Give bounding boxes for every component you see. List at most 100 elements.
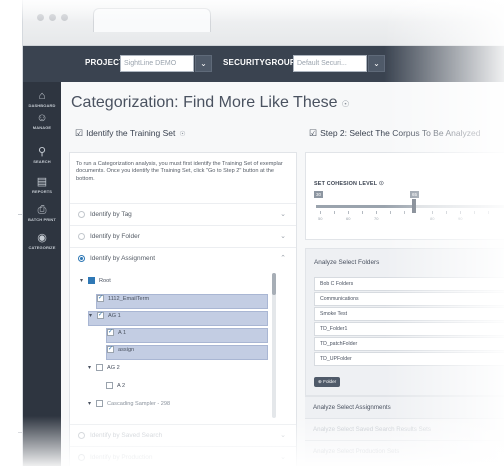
- section-title: Analyze Select Saved Search Results Sets: [313, 426, 431, 433]
- sidebar-item-manage[interactable]: ☺ MANAGE: [23, 112, 61, 130]
- window-minimize-dot[interactable]: [49, 14, 56, 21]
- info-icon[interactable]: ☉: [379, 181, 384, 187]
- folder-list-item[interactable]: Communications: [314, 292, 504, 306]
- add-folder-button[interactable]: ⊕ Folder: [314, 377, 341, 387]
- corpus-panel: SET COHESION LEVEL ☉ 30 65 50 60 70 80 9…: [305, 152, 504, 466]
- chevron-down-icon: ⌄: [280, 211, 286, 218]
- accordion-identify-by-folder[interactable]: Identify by Folder ⌄: [70, 225, 296, 247]
- app-window: ⌂ DASHBOARD ☺ MANAGE ⚲ SEARCH ▤ REPORTS …: [22, 0, 504, 466]
- search-icon: ⚲: [37, 146, 47, 158]
- sidebar-item-search[interactable]: ⚲ SEARCH: [23, 146, 61, 164]
- checkbox[interactable]: [96, 400, 103, 407]
- window-zoom-dot[interactable]: [61, 14, 68, 21]
- checkbox[interactable]: [97, 294, 104, 302]
- accordion-identify-by-saved-search[interactable]: Identify by Saved Search ⌄: [70, 424, 296, 446]
- radio-button[interactable]: [78, 233, 85, 240]
- analyze-saved-search-section[interactable]: Analyze Select Saved Search Results Sets: [305, 418, 504, 440]
- sidebar-item-dashboard[interactable]: ⌂ DASHBOARD: [23, 90, 61, 108]
- folder-list-item[interactable]: TD_UPFolder: [314, 352, 504, 366]
- tree-row-label: Cascading Sampler - 298: [107, 400, 171, 407]
- printer-icon: ⎙: [37, 204, 47, 216]
- browser-tab[interactable]: [93, 8, 211, 32]
- checkbox[interactable]: [88, 277, 95, 284]
- analyze-assignments-section[interactable]: Analyze Select Assignments: [305, 396, 504, 418]
- tree-scrollbar[interactable]: [272, 273, 276, 418]
- slider-tick: [376, 211, 377, 214]
- intro-text: To run a Categorization analysis, you mu…: [76, 161, 283, 182]
- radio-button[interactable]: [78, 432, 85, 439]
- tree-row[interactable]: A 2: [106, 382, 268, 397]
- slider-tick: [362, 211, 363, 214]
- sidebar-item-batch-print[interactable]: ⎙ BATCH PRINT: [23, 204, 61, 222]
- checkbox[interactable]: [96, 364, 103, 371]
- tree-row-label: AG 2: [107, 364, 120, 371]
- scrollbar-thumb[interactable]: [272, 273, 276, 295]
- section-title: Analyze Select Assignments: [313, 404, 391, 411]
- slider-tick: [348, 211, 349, 214]
- checkbox[interactable]: [97, 311, 104, 319]
- expand-caret-icon[interactable]: ▾: [88, 400, 96, 407]
- assignment-tree: ▾ Root 1112_EmailTerm ▾ AG 1 A 1 assign: [70, 271, 296, 421]
- tree-row[interactable]: A 1: [106, 328, 268, 343]
- folder-list-item[interactable]: Smoke Test: [314, 307, 504, 321]
- radio-button[interactable]: [78, 454, 85, 461]
- bar-chart-icon: ▤: [36, 176, 48, 188]
- accordion-identify-by-assignment[interactable]: Identify by Assignment ⌃: [70, 247, 296, 269]
- plus-icon: ⊕: [318, 379, 322, 384]
- tree-row[interactable]: assign: [106, 345, 268, 360]
- screenshot-stage: ⌂ DASHBOARD ☺ MANAGE ⚲ SEARCH ▤ REPORTS …: [0, 0, 504, 466]
- analyze-production-section[interactable]: Analyze Select Production Sets: [305, 440, 504, 462]
- section-title: Analyze Select Production Sets: [313, 448, 400, 455]
- accordion-label: Identify by Production: [90, 454, 153, 461]
- folder-list-item[interactable]: TD_patchFolder: [314, 337, 504, 351]
- step2-heading: ☑ Step 2: Select The Corpus To Be Analyze…: [309, 128, 480, 139]
- accordion-identify-by-production[interactable]: Identify by Production ⌄: [70, 446, 296, 466]
- browser-chrome: [23, 0, 504, 46]
- step1-title: Identify the Training Set: [86, 128, 176, 138]
- radio-button-selected[interactable]: [78, 255, 85, 262]
- slider-min-bubble: 30: [314, 191, 324, 198]
- chevron-down-icon: ⌄: [280, 454, 286, 461]
- slider-handle[interactable]: [412, 199, 416, 213]
- radio-button[interactable]: [78, 211, 85, 218]
- step1-heading: ☑ Identify the Training Set ☉: [75, 128, 186, 139]
- expand-caret-icon[interactable]: ▾: [89, 312, 97, 319]
- checkbox[interactable]: [106, 382, 113, 389]
- sidebar-item-reports[interactable]: ▤ REPORTS: [23, 176, 61, 194]
- tick-label: 60: [346, 216, 351, 221]
- sidebar-item-label: DASHBOARD: [28, 103, 56, 108]
- sidebar-item-label: REPORTS: [31, 189, 53, 194]
- page-left-margin: [0, 0, 24, 466]
- slider-tick: [404, 211, 405, 214]
- project-dropdown-button[interactable]: ⌄: [195, 55, 212, 72]
- sidebar-item-categorize[interactable]: ◉ CATEGORIZE: [23, 232, 61, 250]
- tree-row[interactable]: ▾ AG 1: [88, 311, 268, 326]
- tree-row[interactable]: 1112_EmailTerm: [96, 294, 268, 309]
- info-icon[interactable]: ☉: [177, 131, 185, 138]
- slider-tick: [488, 211, 489, 214]
- expand-caret-icon[interactable]: ▾: [80, 277, 88, 284]
- tree-row-label: A 1: [118, 329, 127, 336]
- checkbox[interactable]: [107, 328, 114, 336]
- info-icon[interactable]: ☉: [342, 99, 350, 109]
- checkbox[interactable]: [107, 345, 114, 353]
- securitygroup-dropdown-button[interactable]: ⌄: [368, 55, 385, 72]
- analyze-folders-section: Analyze Select Folders Bob C Folders Com…: [305, 248, 504, 396]
- securitygroup-label: SECURITYGROUP:: [223, 58, 299, 67]
- slider-tick: [320, 211, 321, 214]
- tree-row-label: A 2: [117, 382, 126, 389]
- tree-row[interactable]: ▾ AG 2: [88, 364, 268, 379]
- chevron-up-icon: ⌃: [280, 255, 286, 262]
- expand-caret-icon[interactable]: ▾: [88, 364, 96, 371]
- folder-list-item[interactable]: TD_Folder1: [314, 322, 504, 336]
- project-select[interactable]: SightLine DEMO: [120, 55, 194, 72]
- accordion-identify-by-tag[interactable]: Identify by Tag ⌄: [70, 203, 296, 225]
- tree-row[interactable]: ▾ Root: [80, 277, 270, 292]
- sidebar: ⌂ DASHBOARD ☺ MANAGE ⚲ SEARCH ▤ REPORTS …: [23, 46, 61, 466]
- tree-row[interactable]: ▾ Cascading Sampler - 298: [88, 400, 268, 415]
- slider-tick: [474, 211, 475, 214]
- cohesion-title-text: SET COHESION LEVEL: [314, 181, 378, 187]
- window-close-dot[interactable]: [37, 14, 44, 21]
- securitygroup-select[interactable]: Default Securi...: [293, 55, 367, 72]
- folder-list-item[interactable]: Bob C Folders: [314, 277, 504, 291]
